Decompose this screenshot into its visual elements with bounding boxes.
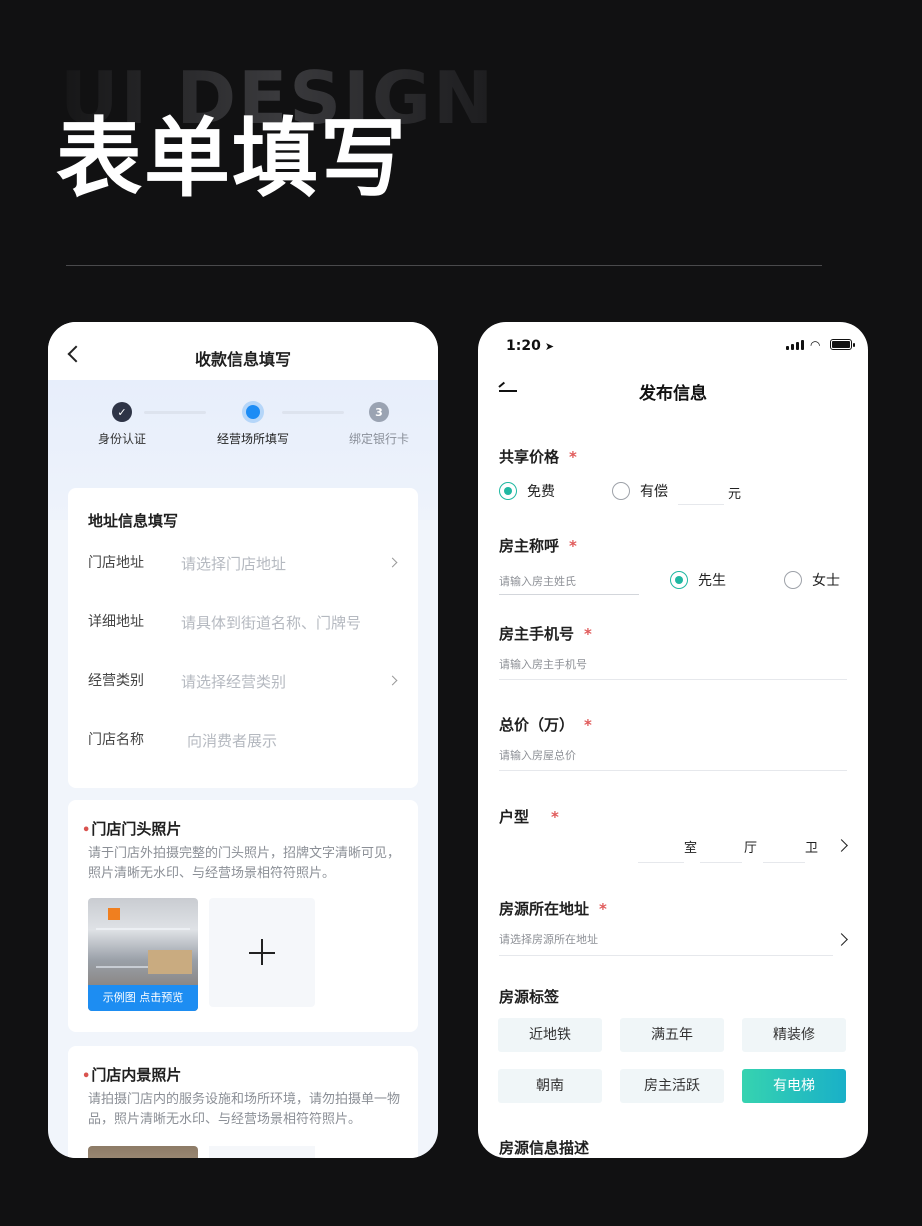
- field-placeholder: 请选择经营类别: [181, 673, 287, 691]
- inside-photo-title: •门店内景照片: [82, 1066, 182, 1084]
- tag-south-facing[interactable]: 朝南: [498, 1069, 602, 1103]
- tag-over-five-years[interactable]: 满五年: [620, 1018, 724, 1052]
- tag-elevator[interactable]: 有电梯: [742, 1069, 846, 1103]
- total-price-input[interactable]: 请输入房屋总价: [499, 747, 576, 763]
- description-label: 房源信息描述: [499, 1139, 590, 1157]
- chevron-right-icon: [387, 675, 398, 686]
- location-arrow-icon: ➤: [544, 340, 555, 353]
- left-page-title: 收款信息填写: [194, 350, 291, 369]
- inside-photo-desc: 请拍摄门店内的服务设施和场所环境，请勿拍摄单一物品，照片清晰无水印、与经营场景相…: [88, 1092, 401, 1127]
- step-number: 3: [369, 402, 389, 422]
- front-photo-desc: 请于门店外拍摄完整的门头照片，招牌文字清晰可见，照片清晰无水印、与经营场景相符符…: [88, 846, 401, 881]
- total-price-label: 总价（万） *: [499, 716, 592, 734]
- step-label: 身份认证: [97, 432, 146, 446]
- baths-input[interactable]: [763, 862, 805, 863]
- radio-ms[interactable]: 女士: [784, 570, 840, 590]
- radio-free[interactable]: 免费: [499, 481, 555, 501]
- step-business-place: 经营场所填写: [203, 402, 303, 447]
- address-card: 地址信息填写 门店地址 请选择门店地址 详细地址 请具体到街道名称、门牌号 经营…: [68, 488, 418, 788]
- field-placeholder: 向消费者展示: [187, 732, 278, 750]
- right-page-title: 发布信息: [639, 384, 707, 404]
- detail-address-field[interactable]: 详细地址 请具体到街道名称、门牌号: [88, 611, 402, 635]
- left-phone-screen: 收款信息填写 ✓ 身份认证 经营场所填写 3 绑定银行卡 地址信息填写 门店地址…: [48, 322, 438, 1158]
- front-photo-title: •门店门头照片: [82, 820, 182, 838]
- store-address-field[interactable]: 门店地址 请选择门店地址: [88, 552, 402, 576]
- rooms-unit: 室: [684, 841, 698, 856]
- step-label: 绑定银行卡: [348, 432, 409, 446]
- hero-divider: [66, 265, 822, 266]
- rooms-input[interactable]: [638, 862, 684, 863]
- sample-photo[interactable]: 示例图 点击预览: [88, 898, 198, 1011]
- left-nav-bar: 收款信息填写: [48, 322, 438, 380]
- price-unit: 元: [728, 487, 742, 502]
- battery-icon: [830, 339, 855, 350]
- field-placeholder: 请具体到街道名称、门牌号: [181, 614, 362, 632]
- baths-unit: 卫: [805, 841, 819, 856]
- layout-label: 户型 *: [499, 808, 559, 826]
- owner-surname-input[interactable]: 请输入房主姓氏: [499, 573, 576, 589]
- radio-paid[interactable]: 有偿: [612, 481, 668, 501]
- tag-near-metro[interactable]: 近地铁: [498, 1018, 602, 1052]
- chevron-right-icon[interactable]: [835, 839, 848, 852]
- owner-phone-input[interactable]: 请输入房主手机号: [499, 656, 587, 672]
- chevron-right-icon: [387, 557, 398, 568]
- step-label: 经营场所填写: [216, 432, 289, 446]
- status-icons: ◠: [786, 337, 855, 352]
- price-input[interactable]: [678, 504, 724, 505]
- chevron-right-icon[interactable]: [835, 933, 848, 946]
- halls-input[interactable]: [700, 862, 742, 863]
- field-label: 经营类别: [88, 673, 144, 689]
- sample-preview-badge[interactable]: 示例图 点击预览: [88, 985, 198, 1011]
- active-step-dot: [246, 405, 260, 419]
- store-name-field[interactable]: 门店名称 向消费者展示: [88, 729, 402, 753]
- upload-photo-button[interactable]: [209, 898, 315, 1007]
- hero-title: 表单填写: [56, 109, 408, 209]
- front-photo-card: •门店门头照片 请于门店外拍摄完整的门头照片，招牌文字清晰可见，照片清晰无水印、…: [68, 800, 418, 1032]
- address-label: 房源所在地址 *: [499, 900, 607, 918]
- address-card-title: 地址信息填写: [88, 512, 179, 530]
- radio-mr[interactable]: 先生: [670, 570, 726, 590]
- tag-active-owner[interactable]: 房主活跃: [620, 1069, 724, 1103]
- address-input[interactable]: 请选择房源所在地址: [499, 931, 598, 947]
- wifi-icon: ◠: [810, 337, 821, 352]
- owner-title-label: 房主称呼 *: [499, 537, 577, 555]
- business-category-field[interactable]: 经营类别 请选择经营类别: [88, 670, 402, 694]
- share-price-label: 共享价格 *: [499, 448, 577, 466]
- step-bank-card: 3 绑定银行卡: [344, 402, 414, 447]
- field-label: 详细地址: [88, 614, 144, 630]
- inside-photo-card: •门店内景照片 请拍摄门店内的服务设施和场所环境，请勿拍摄单一物品，照片清晰无水…: [68, 1046, 418, 1158]
- step-identity: ✓ 身份认证: [82, 402, 162, 447]
- right-phone-screen: 1:20 ➤ ◠ 发布信息 共享价格 * 免费 有偿 元 房主称呼 * 请输入房主姓氏…: [478, 322, 868, 1158]
- inside-upload-button[interactable]: [209, 1146, 315, 1158]
- field-placeholder: 请选择门店地址: [181, 555, 287, 573]
- tags-label: 房源标签: [499, 988, 560, 1006]
- store-logo-icon: [108, 908, 120, 920]
- signal-icon: [786, 339, 804, 350]
- status-time: 1:20 ➤: [506, 338, 555, 354]
- checkmark-icon: ✓: [112, 402, 132, 422]
- halls-unit: 厅: [744, 841, 758, 856]
- required-mark: •: [82, 1069, 91, 1084]
- tag-fine-decoration[interactable]: 精装修: [742, 1018, 846, 1052]
- required-mark: •: [82, 823, 91, 838]
- field-label: 门店地址: [88, 555, 144, 571]
- inside-sample-photo[interactable]: [88, 1146, 198, 1158]
- owner-phone-label: 房主手机号 *: [499, 625, 592, 643]
- field-label: 门店名称: [88, 732, 144, 748]
